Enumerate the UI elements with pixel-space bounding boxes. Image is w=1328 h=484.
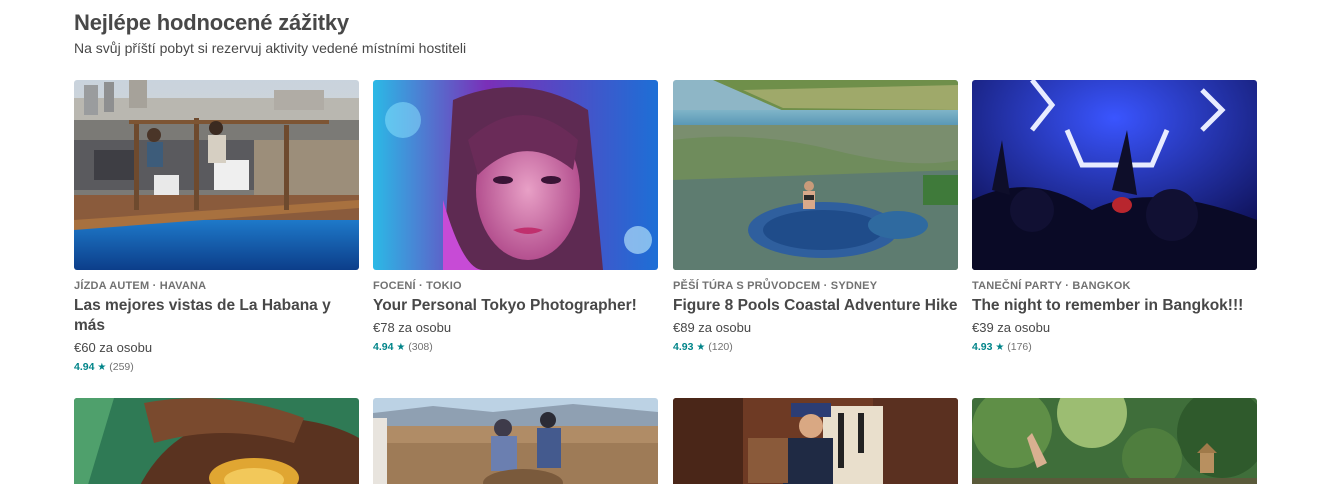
experience-category: TANEČNÍ PARTY · BANGKOK (972, 280, 1131, 292)
experience-photo[interactable] (972, 80, 1257, 270)
experience-title[interactable]: Las mejores vistas de La Habana y más (74, 296, 359, 336)
review-count: (308) (408, 341, 433, 353)
review-count: (176) (1007, 341, 1032, 353)
review-count: (120) (708, 341, 733, 353)
experience-rating: 4.94 ★ (308) (373, 338, 658, 357)
star-icon: ★ (995, 342, 1005, 353)
rating-score: 4.93 (972, 341, 993, 353)
experience-rating: 4.94 ★ (259) (74, 358, 359, 377)
sydney-rockpool-image (673, 80, 958, 270)
experience-card-tokyo[interactable]: FOCENÍ · TOKIO Your Personal Tokyo Photo… (373, 80, 658, 357)
experience-card-havana[interactable]: JÍZDA AUTEM · HAVANA Las mejores vistas … (74, 80, 359, 377)
experience-category: JÍZDA AUTEM · HAVANA (74, 280, 207, 292)
rating-score: 4.93 (673, 341, 694, 353)
experience-price: €78 za osobu (373, 320, 452, 335)
experience-photo[interactable] (74, 398, 359, 484)
experience-photo[interactable] (74, 80, 359, 270)
star-icon: ★ (696, 342, 706, 353)
experience-photo[interactable] (373, 398, 658, 484)
experience-title[interactable]: The night to remember in Bangkok!!! (972, 296, 1257, 316)
tokyo-portrait-image (373, 80, 658, 270)
experience-price: €39 za osobu (972, 320, 1051, 335)
section-header: Nejlépe hodnocené zážitky Na svůj příští… (74, 8, 1257, 58)
jungle-trek-image (972, 398, 1257, 484)
experience-category: PĚŠÍ TÚRA S PRŮVODCEM · SYDNEY (673, 280, 878, 292)
rating-score: 4.94 (373, 341, 394, 353)
review-count: (259) (109, 361, 134, 373)
experience-price: €89 za osobu (673, 320, 752, 335)
desert-camel-ride-image (373, 398, 658, 484)
experience-photo[interactable] (972, 398, 1257, 484)
section-subtitle: Na svůj příští pobyt si rezervuj aktivit… (74, 40, 467, 56)
havana-rooftop-image (74, 80, 359, 270)
experience-title[interactable]: Figure 8 Pools Coastal Adventure Hike (673, 296, 958, 316)
star-icon: ★ (97, 362, 107, 373)
experience-price: €60 za osobu (74, 340, 153, 355)
hands-food-image (74, 398, 359, 484)
experience-photo[interactable] (373, 80, 658, 270)
experience-rating: 4.93 ★ (120) (673, 338, 958, 357)
experience-card-sydney[interactable]: PĚŠÍ TÚRA S PRŮVODCEM · SYDNEY Figure 8 … (673, 80, 958, 357)
experience-title[interactable]: Your Personal Tokyo Photographer! (373, 296, 658, 316)
section-title: Nejlépe hodnocené zážitky (74, 10, 349, 35)
experience-rating: 4.93 ★ (176) (972, 338, 1257, 357)
experience-card-bangkok[interactable]: TANEČNÍ PARTY · BANGKOK The night to rem… (972, 80, 1257, 357)
bangkok-party-image (972, 80, 1257, 270)
experience-card[interactable] (972, 398, 1257, 484)
experience-category: FOCENÍ · TOKIO (373, 280, 462, 292)
rating-score: 4.94 (74, 361, 95, 373)
calligraphy-class-image (673, 398, 958, 484)
experience-photo[interactable] (673, 398, 958, 484)
experience-card[interactable] (373, 398, 658, 484)
star-icon: ★ (396, 342, 406, 353)
experience-card[interactable] (74, 398, 359, 484)
experience-photo[interactable] (673, 80, 958, 270)
experience-card[interactable] (673, 398, 958, 484)
